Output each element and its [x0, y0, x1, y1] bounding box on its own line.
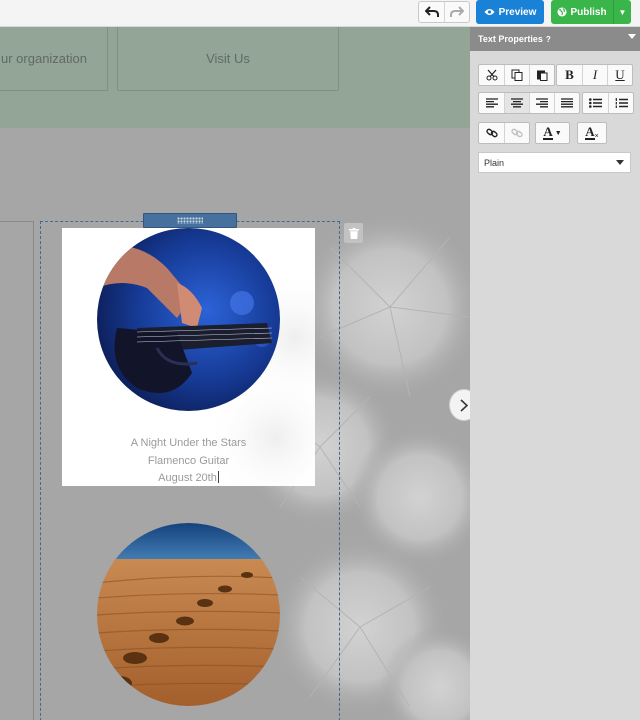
collapse-panel-icon[interactable] [628, 34, 636, 39]
paragraph-style-select[interactable]: Plain [478, 152, 631, 173]
redo-icon [450, 6, 464, 17]
copy-icon [511, 69, 523, 81]
editor-canvas[interactable]: ur organization Visit Us A Night Under t… [0, 27, 470, 720]
nav-item-organization[interactable]: ur organization [0, 27, 108, 91]
editor-toolbar: Preview Publish ▼ [0, 0, 640, 27]
bullet-list-button[interactable] [583, 93, 608, 113]
text-properties-panel: Text Properties ? B I U A ▼ A × Plain [470, 27, 640, 720]
justify-icon [561, 98, 573, 108]
link-group [478, 122, 530, 144]
clear-format-button[interactable]: A × [578, 123, 606, 143]
align-center-button[interactable] [504, 93, 529, 113]
align-left-icon [485, 98, 498, 108]
alignment-group [478, 92, 580, 114]
nav-item-visit-us[interactable]: Visit Us [117, 27, 339, 91]
event-description[interactable]: A Night Under the Stars Flamenco Guitar … [62, 435, 315, 486]
bullet-list-icon [589, 98, 602, 108]
delete-block-button[interactable] [344, 223, 363, 243]
publish-button[interactable]: Publish [551, 0, 613, 24]
align-center-icon [511, 98, 523, 108]
left-column-frame [0, 221, 34, 720]
numbered-list-button[interactable] [608, 93, 633, 113]
undo-button[interactable] [419, 2, 444, 22]
panel-header: Text Properties ? [470, 27, 640, 51]
event-subtitle: Flamenco Guitar [147, 454, 230, 467]
justify-button[interactable] [554, 93, 579, 113]
eye-icon [484, 9, 495, 15]
help-icon[interactable]: ? [546, 35, 551, 44]
redo-button[interactable] [444, 2, 469, 22]
globe-icon [557, 7, 567, 17]
publish-options-button[interactable]: ▼ [613, 0, 631, 24]
publish-label: Publish [570, 6, 607, 18]
copy-button[interactable] [504, 65, 529, 85]
clear-format-group: A × [577, 122, 607, 144]
font-style-group: B I U [556, 64, 633, 86]
event-card[interactable]: A Night Under the Stars Flamenco Guitar … [62, 228, 315, 486]
link-icon [485, 128, 498, 138]
unlink-icon [511, 128, 523, 138]
underline-button[interactable]: U [607, 65, 632, 85]
font-color-button[interactable]: A ▼ [536, 123, 569, 143]
remove-link-button[interactable] [504, 123, 529, 143]
font-color-group: A ▼ [535, 122, 570, 144]
chevron-down-icon: ▼ [554, 129, 562, 137]
text-cursor [217, 471, 219, 483]
paste-button[interactable] [529, 65, 554, 85]
style-select-value: Plain [484, 157, 505, 168]
drag-handle[interactable] [143, 213, 237, 228]
site-nav-band: ur organization Visit Us [0, 27, 470, 128]
nav-item-label: Visit Us [206, 51, 250, 66]
cut-button[interactable] [479, 65, 504, 85]
publish-button-group: Publish ▼ [551, 0, 631, 24]
grip-icon [177, 217, 203, 224]
preview-button[interactable]: Preview [476, 0, 544, 24]
italic-button[interactable]: I [582, 65, 607, 85]
underline-icon: U [615, 67, 625, 82]
chevron-down-icon: ▼ [618, 7, 627, 17]
paste-icon [537, 70, 548, 81]
panel-title: Text Properties [478, 34, 543, 44]
desert-footprints-photo [97, 523, 280, 706]
align-right-button[interactable] [529, 93, 554, 113]
undo-icon [424, 6, 439, 17]
event-date: August 20th [158, 472, 217, 484]
nav-item-label: ur organization [1, 51, 87, 66]
clear-format-icon: A [585, 124, 595, 140]
numbered-list-icon [615, 98, 628, 108]
chevron-right-icon [460, 398, 468, 412]
insert-link-button[interactable] [479, 123, 504, 143]
list-group [582, 92, 634, 114]
italic-icon: I [592, 67, 598, 82]
cut-icon [486, 69, 497, 81]
chevron-down-icon [616, 160, 624, 165]
event-date-line: August 20th [62, 470, 315, 486]
clear-x-icon: × [594, 133, 599, 140]
clipboard-group [478, 64, 555, 86]
align-right-icon [536, 98, 548, 108]
guitarist-photo [97, 228, 280, 411]
bold-icon: B [565, 67, 574, 82]
history-group [418, 1, 470, 23]
trash-icon [348, 227, 359, 239]
bold-button[interactable]: B [557, 65, 582, 85]
event-title: A Night Under the Stars [130, 437, 247, 449]
align-left-button[interactable] [479, 93, 504, 113]
font-color-icon: A [543, 124, 553, 140]
preview-label: Preview [498, 6, 537, 18]
